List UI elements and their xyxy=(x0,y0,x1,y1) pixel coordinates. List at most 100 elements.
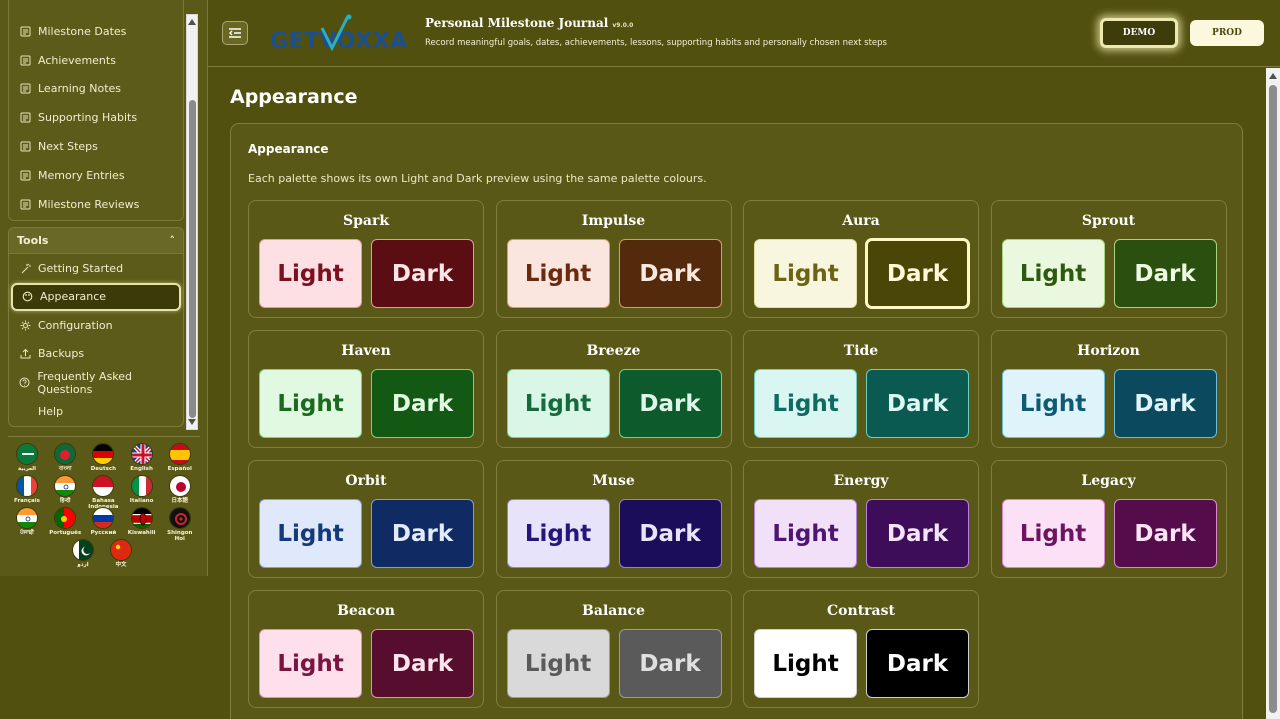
language-option[interactable]: Español xyxy=(162,443,198,472)
palette-breeze-dark-button[interactable]: Dark xyxy=(618,369,722,438)
sidebar-item-milestone-dates[interactable]: Milestone Dates xyxy=(9,17,183,46)
palette-horizon-dark-button[interactable]: Dark xyxy=(1113,369,1217,438)
language-option[interactable]: ਪੰਜਾਬੀ xyxy=(9,507,45,536)
light-label: Light xyxy=(1019,260,1087,287)
nav-tools-group: Tools ˄ Getting Started Appearance Configu… xyxy=(8,227,184,427)
sidebar-item-milestone-reviews[interactable]: Milestone Reviews xyxy=(9,190,183,219)
dark-label: Dark xyxy=(639,650,701,677)
sidebar-item-memory-entries[interactable]: Memory Entries xyxy=(9,161,183,190)
palette-tide-light-button[interactable]: Light xyxy=(754,369,857,438)
palette-spark-dark-button[interactable]: Dark xyxy=(371,239,474,308)
list-icon xyxy=(19,112,31,124)
palette-beacon-light-button[interactable]: Light xyxy=(259,629,362,698)
palette-aura-light-button[interactable]: Light xyxy=(754,239,857,308)
demo-mode-button[interactable]: DEMO xyxy=(1100,18,1178,48)
palette-beacon-dark-button[interactable]: Dark xyxy=(371,629,474,698)
palette-balance-light-button[interactable]: Light xyxy=(506,629,610,698)
palette-orbit-light-button[interactable]: Light xyxy=(259,499,362,568)
tools-heading: Tools xyxy=(17,234,49,247)
palette-impulse-dark-button[interactable]: Dark xyxy=(618,239,722,308)
palette-haven-light-button[interactable]: Light xyxy=(259,369,362,438)
palette-icon xyxy=(21,291,33,303)
palette-legacy-light-button[interactable]: Light xyxy=(1001,499,1105,568)
palette-energy-dark-button[interactable]: Dark xyxy=(866,499,969,568)
palette-horizon-light-button[interactable]: Light xyxy=(1001,369,1105,438)
dark-label: Dark xyxy=(1134,520,1196,547)
prod-mode-button[interactable]: PROD xyxy=(1190,20,1264,46)
flag-bd-icon xyxy=(54,443,77,465)
main-scroll-thumb[interactable] xyxy=(1269,85,1277,713)
language-option[interactable]: Bahasa Indonesia xyxy=(85,475,121,510)
palette-aura-dark-button[interactable]: Dark xyxy=(866,239,969,308)
palette-sprout-dark-button[interactable]: Dark xyxy=(1113,239,1217,308)
palette-contrast-dark-button[interactable]: Dark xyxy=(866,629,969,698)
light-label: Light xyxy=(524,520,592,547)
language-label: Русский xyxy=(90,530,117,536)
sidebar-item-achievements[interactable]: Achievements xyxy=(9,46,183,75)
sidebar-item-appearance[interactable]: Appearance xyxy=(11,282,181,311)
flag-sa-icon xyxy=(16,443,38,465)
brand-logo: GETVOXXA xyxy=(270,14,410,54)
language-label: हिन्दी xyxy=(59,498,71,504)
sidebar-item-label: Achievements xyxy=(38,53,116,67)
language-option[interactable]: Русский xyxy=(85,507,121,536)
blank-icon xyxy=(19,406,31,418)
list-icon xyxy=(19,169,31,181)
language-option[interactable]: Deutsch xyxy=(85,443,121,472)
language-label: 中文 xyxy=(115,562,127,568)
scroll-down-arrow-icon[interactable] xyxy=(188,419,196,425)
sidebar-item-help[interactable]: Help xyxy=(9,397,183,426)
app-version: v9.0.0 xyxy=(612,22,634,29)
sidebar-item-frequently-asked-questions[interactable]: Frequently Asked Questions xyxy=(9,368,183,397)
language-option[interactable]: اردو xyxy=(65,539,101,568)
palette-sprout-light-button[interactable]: Light xyxy=(1001,239,1105,308)
language-option[interactable]: Italiano xyxy=(124,475,160,504)
sidebar-item-label: Learning Notes xyxy=(38,82,122,96)
sidebar-scroll-thumb[interactable] xyxy=(189,100,196,418)
language-option[interactable]: Português xyxy=(47,507,83,536)
language-option[interactable]: العربية xyxy=(9,443,45,472)
sidebar-item-getting-started[interactable]: Getting Started xyxy=(9,254,183,283)
language-option[interactable]: Shingon Hoi xyxy=(162,507,198,542)
card-description: Each palette shows its own Light and Dar… xyxy=(248,172,707,185)
palette-card-haven: Haven Light Dark xyxy=(248,330,484,448)
light-label: Light xyxy=(772,650,839,677)
palette-breeze-light-button[interactable]: Light xyxy=(506,369,610,438)
sidebar-item-label: Getting Started xyxy=(38,261,124,275)
palette-muse-light-button[interactable]: Light xyxy=(506,499,610,568)
sidebar-item-next-steps[interactable]: Next Steps xyxy=(9,132,183,161)
palette-impulse-light-button[interactable]: Light xyxy=(506,239,610,308)
palette-spark-light-button[interactable]: Light xyxy=(259,239,362,308)
sidebar-item-label: Backups xyxy=(38,347,85,361)
sidebar-item-label: Supporting Habits xyxy=(38,111,138,125)
palette-contrast-light-button[interactable]: Light xyxy=(754,629,857,698)
language-option[interactable]: Français xyxy=(9,475,45,504)
palette-legacy-dark-button[interactable]: Dark xyxy=(1113,499,1217,568)
palette-balance-dark-button[interactable]: Dark xyxy=(618,629,722,698)
sidebar-item-learning-notes[interactable]: Learning Notes xyxy=(9,75,183,104)
language-option[interactable]: English xyxy=(124,443,160,472)
main-scrollbar[interactable] xyxy=(1266,68,1280,719)
sidebar-item-backups[interactable]: Backups xyxy=(9,340,183,369)
palette-muse-dark-button[interactable]: Dark xyxy=(618,499,722,568)
main-scroll-up-arrow-icon[interactable] xyxy=(1269,73,1277,79)
collapse-sidebar-button[interactable] xyxy=(222,21,248,45)
palette-haven-dark-button[interactable]: Dark xyxy=(371,369,474,438)
palette-tide-dark-button[interactable]: Dark xyxy=(866,369,969,438)
palette-orbit-dark-button[interactable]: Dark xyxy=(371,499,474,568)
palette-energy-light-button[interactable]: Light xyxy=(754,499,857,568)
tools-section-header[interactable]: Tools ˄ xyxy=(9,228,183,254)
language-option[interactable]: বাংলা xyxy=(47,443,83,472)
language-option[interactable]: 中文 xyxy=(103,539,139,568)
language-option[interactable]: 日本語 xyxy=(162,475,198,504)
language-label: Italiano xyxy=(129,498,154,504)
sidebar-item-configuration[interactable]: Configuration xyxy=(9,311,183,340)
sidebar-scrollbar[interactable] xyxy=(186,14,198,430)
language-label: 日本語 xyxy=(171,498,189,504)
sidebar-item-supporting-habits[interactable]: Supporting Habits xyxy=(9,103,183,132)
flag-pk-icon xyxy=(72,539,94,561)
scroll-up-arrow-icon[interactable] xyxy=(188,19,196,25)
language-option[interactable]: Kiswahili xyxy=(124,507,160,536)
language-option[interactable]: हिन्दी xyxy=(47,475,83,504)
language-label: Español xyxy=(167,466,192,472)
